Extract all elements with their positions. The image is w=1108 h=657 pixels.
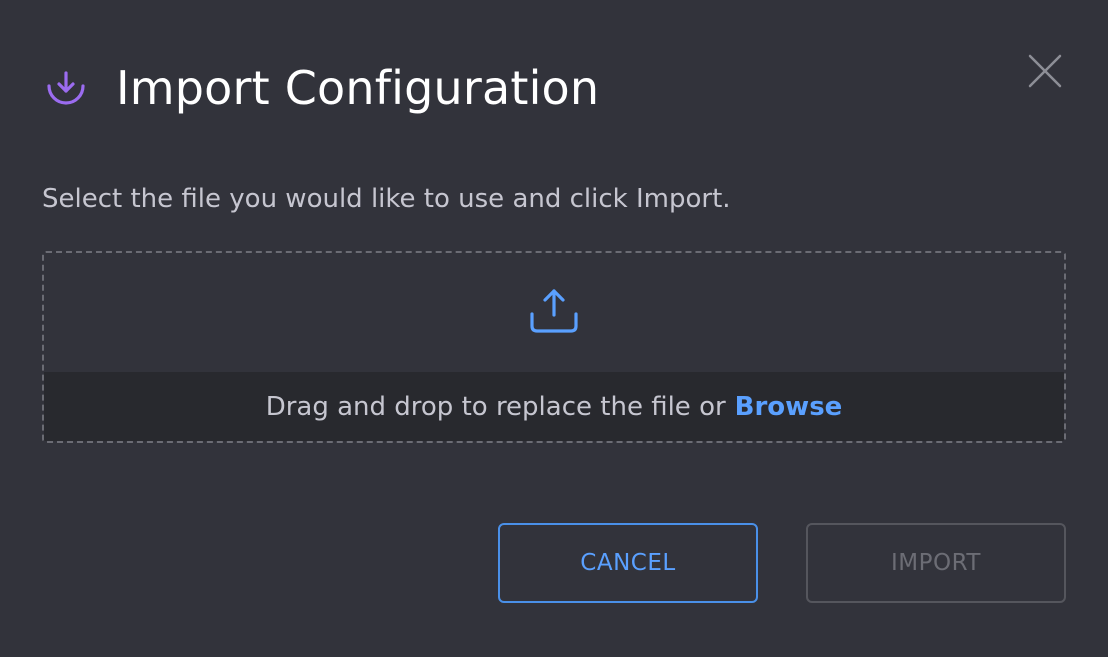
upload-area[interactable] <box>44 253 1064 373</box>
upload-icon <box>529 287 579 339</box>
drop-text: Drag and drop to replace the file or <box>265 391 726 422</box>
file-dropzone[interactable]: Drag and drop to replace the file or Bro… <box>42 251 1066 443</box>
import-button[interactable]: IMPORT <box>806 523 1066 603</box>
drop-instructions: Drag and drop to replace the file or Bro… <box>44 372 1064 441</box>
dialog-title: Import Configuration <box>116 61 600 115</box>
close-button[interactable] <box>1024 52 1066 94</box>
browse-link[interactable]: Browse <box>735 392 843 422</box>
instructions-text: Select the file you would like to use an… <box>42 184 731 214</box>
dialog-header: Import Configuration <box>42 60 599 116</box>
import-download-icon <box>42 64 90 112</box>
import-configuration-dialog: Import Configuration Select the file you… <box>0 0 1108 657</box>
close-icon <box>1027 53 1063 93</box>
cancel-button[interactable]: CANCEL <box>498 523 758 603</box>
